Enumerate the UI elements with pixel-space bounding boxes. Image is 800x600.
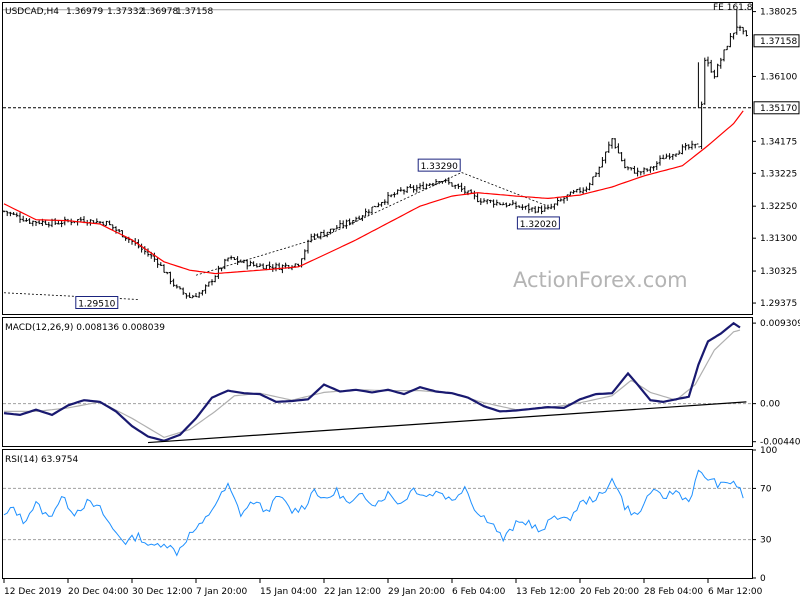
- time-axis-label: 15 Jan 04:00: [260, 587, 317, 597]
- level-price-box: 1.35170: [753, 101, 800, 115]
- price-axis-label: 1.30325: [760, 267, 797, 277]
- time-axis-label: 30 Dec 12:00: [132, 587, 193, 597]
- time-axis-label: 29 Jan 20:00: [388, 587, 445, 597]
- time-axis-label: 12 Dec 2019: [4, 587, 62, 597]
- macd-title: MACD(12,26,9) 0.008136 0.008039: [5, 323, 165, 333]
- macd-axis-label: 0.00: [760, 400, 780, 410]
- price-axis-label: 1.34175: [760, 137, 797, 147]
- current-price-box-text: 1.37158: [760, 37, 797, 47]
- annotation-label: 1.33290: [417, 158, 461, 172]
- rsi-title: RSI(14) 63.9754: [5, 455, 78, 465]
- price-axis-label: 1.32250: [760, 202, 797, 212]
- rsi-axis-label: 0: [760, 574, 766, 584]
- time-axis-label: 13 Feb 12:00: [516, 587, 575, 597]
- current-price-box: 1.37158: [753, 34, 800, 48]
- price-bar: [373, 205, 377, 208]
- annotation-label: 1.29510: [75, 296, 119, 310]
- time-axis-label: 7 Jan 20:00: [196, 587, 248, 597]
- time-axis-label: 22 Jan 12:00: [324, 587, 381, 597]
- chart-canvas: ActionForex.com 1.32020 1.33290 1.29510 US…: [0, 0, 800, 600]
- annotation-text: 1.32020: [520, 220, 557, 230]
- time-axis-label: 6 Feb 04:00: [452, 587, 506, 597]
- price-title: USDCAD,H4 1.36979 1.37332 1.36978 1.3715…: [5, 7, 213, 17]
- ohlc-close: 1.37158: [176, 7, 213, 17]
- chart-background: [0, 0, 800, 600]
- ohlc-low: 1.36978: [141, 7, 178, 17]
- annotation-text: 1.29510: [78, 300, 115, 310]
- time-axis-label: 20 Feb 20:00: [580, 587, 639, 597]
- price-axis-label: 1.33225: [760, 169, 797, 179]
- symbol-label: USDCAD,H4: [5, 7, 59, 17]
- annotation-text: 1.33290: [421, 162, 458, 172]
- time-axis-label: 20 Dec 04:00: [68, 587, 129, 597]
- rsi-axis-label: 70: [760, 484, 772, 494]
- price-axis-label: 1.36100: [760, 72, 797, 82]
- fe-label: FE 161.8: [713, 3, 753, 13]
- rsi-axis-label: 30: [760, 536, 772, 546]
- time-axis-label: 28 Feb 04:00: [644, 587, 703, 597]
- macd-axis-label: 0.009309: [760, 319, 800, 329]
- ohlc-high: 1.37332: [107, 7, 144, 17]
- price-axis-label: 1.29375: [760, 299, 797, 309]
- annotation-label: 1.32020: [516, 216, 560, 230]
- rsi-axis-label: 100: [760, 446, 777, 456]
- price-axis-label: 1.31300: [760, 234, 797, 244]
- ohlc-open: 1.36979: [66, 7, 103, 17]
- watermark: ActionForex.com: [513, 268, 688, 292]
- time-axis-label: 6 Mar 12:00: [708, 587, 763, 597]
- price-axis-label: 1.38025: [760, 8, 797, 18]
- level-price-box-text: 1.35170: [760, 104, 797, 114]
